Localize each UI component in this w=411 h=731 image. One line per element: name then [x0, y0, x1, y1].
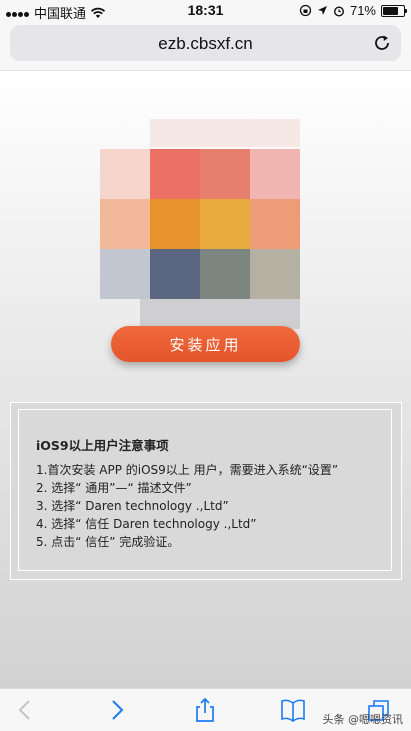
back-icon[interactable] — [12, 697, 38, 723]
notice-item: 5. 点击“ 信任” 完成验证。 — [36, 535, 180, 549]
notice-item: 1.首次安装 APP 的iOS9以上 用户，需要进入系统“设置” — [36, 463, 339, 477]
notice-title: iOS9以上用户注意事项 — [36, 438, 169, 453]
status-right: 71% — [299, 3, 407, 18]
location-icon — [317, 6, 327, 15]
orientation-lock-icon — [299, 4, 312, 17]
forward-icon[interactable] — [104, 697, 130, 723]
notice-item: 4. 选择“ 信任 Daren technology .,Ltd” — [36, 517, 257, 531]
notice-inner-border: iOS9以上用户注意事项 1.首次安装 APP 的iOS9以上 用户，需要进入系… — [18, 409, 392, 571]
battery-icon — [381, 4, 407, 17]
browser-toolbar: 头条 @嗯嗯资讯 — [0, 688, 411, 731]
status-bar: 中国联通 18:31 71% — [0, 0, 411, 21]
notice-item: 3. 选择“ Daren technology .,Ltd” — [36, 499, 229, 513]
page-content: 安装应用 iOS9以上用户注意事项 1.首次安装 APP 的iOS9以上 用户，… — [0, 71, 411, 688]
url-text[interactable]: ezb.cbsxf.cn — [10, 34, 401, 54]
notice-list: 1.首次安装 APP 的iOS9以上 用户，需要进入系统“设置” 2. 选择“ … — [36, 461, 338, 551]
alarm-icon — [333, 5, 344, 17]
battery-percent: 71% — [349, 3, 376, 18]
notice-box: iOS9以上用户注意事项 1.首次安装 APP 的iOS9以上 用户，需要进入系… — [10, 402, 402, 580]
address-field[interactable]: ezb.cbsxf.cn — [10, 25, 401, 61]
notice-item: 2. 选择“ 通用”—“ 描述文件” — [36, 481, 192, 495]
reload-icon[interactable] — [371, 32, 393, 54]
watermark: 头条 @嗯嗯资讯 — [322, 713, 404, 726]
share-icon[interactable] — [192, 697, 218, 723]
install-app-button[interactable]: 安装应用 — [111, 326, 300, 362]
address-bar-area: ezb.cbsxf.cn — [0, 20, 411, 71]
bookmarks-icon[interactable] — [280, 697, 306, 723]
